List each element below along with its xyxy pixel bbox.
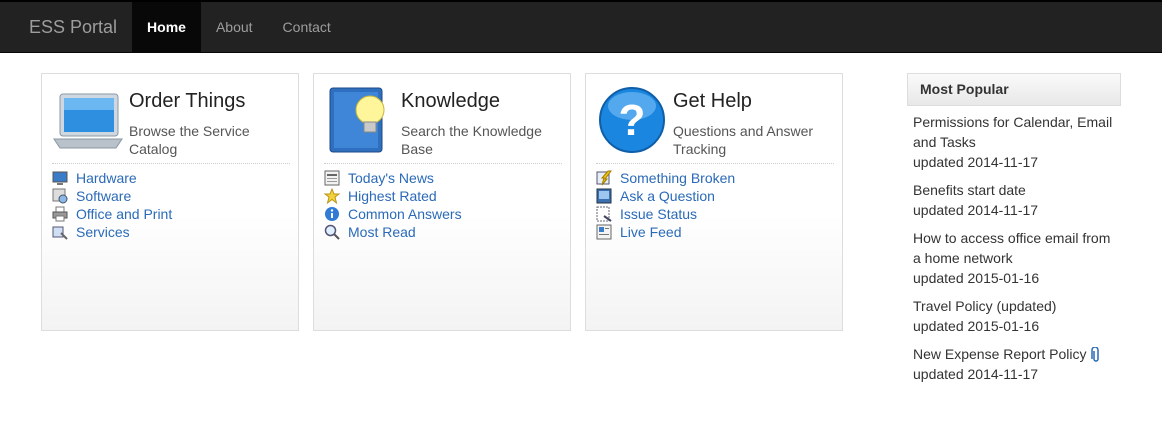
link-live-feed[interactable]: Live Feed [596, 223, 735, 241]
printer-icon [52, 206, 68, 222]
feed-icon [596, 224, 612, 240]
top-navbar: ESS Portal Home About Contact [0, 0, 1162, 53]
link-label[interactable]: Something Broken [620, 170, 735, 186]
popular-item-date: updated 2014-11-17 [913, 154, 1039, 170]
panel-subtitle: Search the Knowledge Base [401, 123, 542, 157]
popular-item-title[interactable]: How to access office email from a home n… [913, 228, 1121, 268]
link-label[interactable]: Issue Status [620, 206, 697, 222]
link-ask-question[interactable]: Ask a Question [596, 187, 735, 205]
popular-item-title-row[interactable]: New Expense Report Policy [913, 344, 1121, 364]
news-icon [324, 170, 340, 186]
link-issue-status[interactable]: Issue Status [596, 205, 735, 223]
popular-item-title[interactable]: New Expense Report Policy [913, 346, 1087, 362]
popular-item-title[interactable]: Benefits start date [913, 180, 1121, 200]
info-icon [325, 207, 339, 221]
panel-title: Knowledge [401, 90, 500, 112]
svg-text:?: ? [619, 96, 646, 145]
panel-links: Something Broken Ask a Question Issue St… [596, 169, 735, 241]
link-something-broken[interactable]: Something Broken [596, 169, 735, 187]
monitor-icon [52, 171, 68, 185]
nav-contact[interactable]: Contact [268, 2, 346, 52]
question-icon[interactable]: ? [596, 84, 668, 156]
nav-home[interactable]: Home [132, 2, 201, 52]
book-lightbulb-icon[interactable] [324, 84, 396, 156]
link-label[interactable]: Live Feed [620, 224, 681, 240]
panel-header: Knowledge Search the Knowledge Base [324, 84, 562, 164]
link-hardware[interactable]: Hardware [52, 169, 172, 187]
popular-item-date: updated 2014-11-17 [913, 366, 1039, 382]
link-office-print[interactable]: Office and Print [52, 205, 172, 223]
nav-about[interactable]: About [201, 2, 268, 52]
magnifier-icon [324, 224, 340, 240]
panel-links: Today's News Highest Rated Common Answer… [324, 169, 462, 241]
panel-subtitle: Questions and Answer Tracking [673, 123, 814, 157]
link-label[interactable]: Common Answers [348, 206, 462, 222]
panel-subtitle: Browse the Service Catalog [129, 123, 250, 157]
popular-item[interactable]: New Expense Report Policy updated 2014-1… [913, 344, 1121, 384]
link-label[interactable]: Services [76, 224, 130, 240]
panel-links: Hardware Software Office and Print Servi… [52, 169, 172, 241]
link-label[interactable]: Highest Rated [348, 188, 437, 204]
panel-header: ? Get Help Questions and Answer Tracking [596, 84, 834, 164]
popular-list: Permissions for Calendar, Email and Task… [907, 106, 1121, 384]
popular-item-date: updated 2015-01-16 [913, 318, 1040, 334]
link-label[interactable]: Ask a Question [620, 188, 715, 204]
popular-item-title[interactable]: Travel Policy (updated) [913, 296, 1121, 316]
link-software[interactable]: Software [52, 187, 172, 205]
link-label[interactable]: Software [76, 188, 131, 204]
paperclip-icon [1090, 347, 1099, 363]
link-services[interactable]: Services [52, 223, 172, 241]
link-todays-news[interactable]: Today's News [324, 169, 462, 187]
link-common-answers[interactable]: Common Answers [324, 205, 462, 223]
link-most-read[interactable]: Most Read [324, 223, 462, 241]
ask-icon [596, 188, 612, 204]
popular-item-title[interactable]: Permissions for Calendar, Email and Task… [913, 112, 1121, 152]
popular-item[interactable]: How to access office email from a home n… [913, 228, 1121, 288]
link-label[interactable]: Most Read [348, 224, 416, 240]
panel-header: Order Things Browse the Service Catalog [52, 84, 290, 164]
star-icon [324, 188, 340, 204]
software-icon [52, 188, 68, 204]
order-things-panel: Order Things Browse the Service Catalog … [41, 73, 299, 331]
laptop-icon[interactable] [52, 84, 124, 156]
link-label[interactable]: Office and Print [76, 206, 172, 222]
popular-item[interactable]: Benefits start date updated 2014-11-17 [913, 180, 1121, 220]
most-popular-sidebar: Most Popular Permissions for Calendar, E… [907, 73, 1121, 392]
broken-icon [596, 170, 612, 186]
link-highest-rated[interactable]: Highest Rated [324, 187, 462, 205]
link-label[interactable]: Hardware [76, 170, 137, 186]
brand-link[interactable]: ESS Portal [0, 2, 132, 52]
popular-item[interactable]: Permissions for Calendar, Email and Task… [913, 112, 1121, 172]
services-icon [52, 226, 68, 240]
status-icon [596, 206, 612, 222]
panel-title: Get Help [673, 90, 752, 112]
panel-title: Order Things [129, 90, 246, 112]
popular-item[interactable]: Travel Policy (updated) updated 2015-01-… [913, 296, 1121, 336]
popular-item-date: updated 2014-11-17 [913, 202, 1039, 218]
popular-item-date: updated 2015-01-16 [913, 270, 1040, 286]
knowledge-panel: Knowledge Search the Knowledge Base Toda… [313, 73, 571, 331]
sidebar-heading: Most Popular [907, 73, 1121, 106]
link-label[interactable]: Today's News [348, 170, 434, 186]
get-help-panel: ? Get Help Questions and Answer Tracking… [585, 73, 843, 331]
